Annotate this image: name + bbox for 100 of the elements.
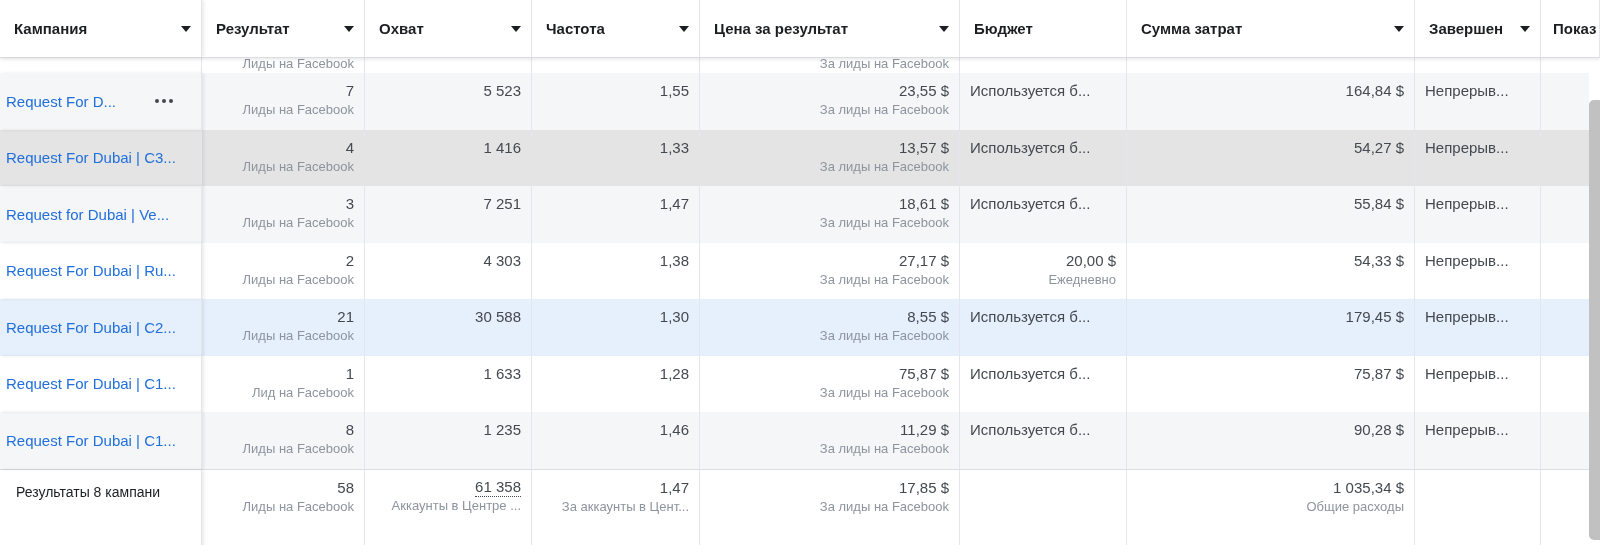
cell-value: 23,55 $ (898, 81, 949, 101)
cell-caption: За лиды на Facebook (819, 440, 949, 458)
cell-value: 55,84 $ (1353, 194, 1404, 214)
cell-value: Используется б... (970, 363, 1091, 384)
cell-caption: Лиды на Facebook (242, 270, 354, 289)
total-caption: Лиды на Facebook (242, 497, 354, 516)
caret-icon (181, 25, 191, 32)
cell-value: 5 523 (483, 81, 521, 101)
cell-caption: Ежедневно (1048, 270, 1116, 289)
more-icon[interactable] (155, 99, 173, 104)
total-value: 1,47 (659, 477, 689, 498)
caret-icon (1394, 25, 1404, 32)
campaign-link[interactable]: Request For Dubai | C3... (6, 149, 176, 167)
cell-value: Непрерыв... (1425, 307, 1509, 327)
caret-icon (939, 25, 949, 32)
caret-icon (344, 25, 354, 32)
cell-value: 179,45 $ (1345, 307, 1404, 327)
total-value: 58 (337, 477, 354, 498)
cell-caption: Лиды на Facebook (242, 101, 354, 119)
cell-value: 1 633 (483, 363, 521, 384)
cell-value: 4 303 (483, 250, 521, 271)
campaign-row[interactable]: Request For Dubai | C3... 4 Лиды на Facebook 1 416 1,33 13,57 $ За лиды на Facebook Используется б... 54,27 $ Непрерыв... (0, 129, 1589, 186)
cell-caption: За лиды на Facebook (819, 157, 949, 176)
cell-caption: Лиды на Facebook (242, 327, 354, 345)
cell-value: Непрерыв... (1425, 194, 1509, 214)
cell-value: 1 416 (483, 137, 521, 158)
cell-value: 75,87 $ (1353, 363, 1404, 384)
cell-value: 27,17 $ (898, 250, 949, 271)
campaign-link[interactable]: Request For Dubai | C2... (6, 318, 176, 336)
campaign-row[interactable]: Request For D... 7 Лиды на Facebook 5 523 1,55 23,55 $ За лиды на Facebook Используется б... 164,84 $ Непрерыв... (0, 73, 1589, 130)
cell-value: 1,33 (659, 137, 689, 158)
cell-value: 1,46 (659, 420, 689, 440)
campaign-link[interactable]: Request For Dubai | C1... (6, 431, 176, 449)
cell-value: Используется б... (970, 194, 1091, 214)
cell-value: Используется б... (970, 81, 1091, 101)
caret-icon (511, 25, 521, 32)
cell-value: Используется б... (970, 137, 1091, 158)
column-header[interactable]: Кампания (0, 0, 202, 57)
cell-value: 20,00 $ (1065, 250, 1116, 271)
column-header[interactable]: Показ (1541, 0, 1600, 57)
scrollbar[interactable] (1589, 100, 1600, 540)
cell-value: 18,61 $ (898, 194, 949, 214)
cell-value: 90,28 $ (1353, 420, 1404, 440)
cell-value: 1,55 (659, 81, 689, 101)
cell-value: Непрерыв... (1425, 81, 1509, 101)
campaign-link[interactable]: Request For Dubai | Ru... (6, 262, 176, 280)
totals-label: Результаты 8 кампани (15, 483, 161, 500)
total-caption: За аккаунты в Цент... (561, 497, 689, 516)
cell-value: Непрерыв... (1425, 250, 1509, 271)
cell-value: 1,28 (659, 363, 689, 384)
cell-value: 8 (345, 420, 354, 440)
column-header[interactable]: Цена за результат (700, 0, 960, 57)
campaign-link[interactable]: Request For Dubai | C1... (6, 375, 176, 393)
cell-value: 4 (345, 137, 354, 158)
column-header[interactable]: Завершен (1415, 0, 1541, 57)
cell-caption: За лиды на Facebook (819, 214, 949, 232)
cell-value: 8,55 $ (907, 307, 949, 327)
caret-icon (679, 25, 689, 32)
column-header[interactable]: Частота (532, 0, 700, 57)
cell-caption: Лиды на Facebook (242, 214, 354, 232)
cell-value: 1,30 (659, 307, 689, 327)
cell-value: 21 (337, 307, 354, 327)
cell-value: 13,57 $ (898, 137, 949, 158)
cell-value: 11,29 $ (900, 420, 949, 440)
cell-caption: За лиды на Facebook (819, 270, 949, 289)
cell-caption: Лиды на Facebook (242, 440, 354, 458)
cell-value: Используется б... (970, 420, 1091, 440)
cell-caption: За лиды на Facebook (819, 101, 949, 119)
total-caption: Общие расходы (1306, 497, 1404, 516)
column-header[interactable]: Сумма затрат (1127, 0, 1415, 57)
cell-value: 3 (345, 194, 354, 214)
total-value: 1 035,34 $ (1333, 477, 1404, 498)
campaign-row[interactable]: Request for Dubai | Ve... 3 Лиды на Facebook 7 251 1,47 18,61 $ За лиды на Facebook Используется б... 55,84 $ Непрерыв... (0, 186, 1589, 243)
cell-caption: Лид на Facebook (251, 383, 354, 402)
cell-value: 1,38 (659, 250, 689, 271)
cell-value: 1,47 (659, 194, 689, 214)
cell-value: 54,27 $ (1353, 137, 1404, 158)
cell-value: 54,33 $ (1353, 250, 1404, 271)
cell-value: 1 (345, 363, 354, 384)
total-value: 17,85 $ (898, 477, 949, 498)
cell-caption: За лиды на Facebook (819, 383, 949, 402)
column-header[interactable]: Результат (202, 0, 365, 57)
cell-value: 7 251 (483, 194, 521, 214)
total-caption: Аккаунты в Центре ... (391, 496, 521, 515)
cost-caption: За лиды на Facebook (819, 58, 949, 73)
cell-value: 7 (345, 81, 354, 101)
cell-value: 30 588 (475, 307, 521, 327)
result-caption: Лиды на Facebook (242, 58, 354, 73)
total-caption: За лиды на Facebook (819, 497, 949, 516)
campaign-row[interactable]: Request For Dubai | C2... 21 Лиды на Facebook 30 588 1,30 8,55 $ За лиды на Facebook Используется б... 179,45 $ Непрерыв... (0, 299, 1589, 356)
campaign-link[interactable]: Request For D... (6, 92, 117, 110)
cell-value: 164,84 $ (1345, 81, 1404, 101)
campaign-row[interactable]: Request For Dubai | C1... 8 Лиды на Facebook 1 235 1,46 11,29 $ За лиды на Facebook Используется б... 90,28 $ Непрерыв... (0, 412, 1589, 469)
cell-value: Используется б... (970, 307, 1091, 327)
cell-value: 2 (345, 250, 354, 271)
total-value: 61 358 (475, 477, 521, 497)
column-header[interactable]: Охват (365, 0, 532, 57)
column-header[interactable]: Бюджет (960, 0, 1127, 57)
caret-icon (1520, 25, 1530, 32)
campaign-link[interactable]: Request for Dubai | Ve... (6, 205, 170, 223)
